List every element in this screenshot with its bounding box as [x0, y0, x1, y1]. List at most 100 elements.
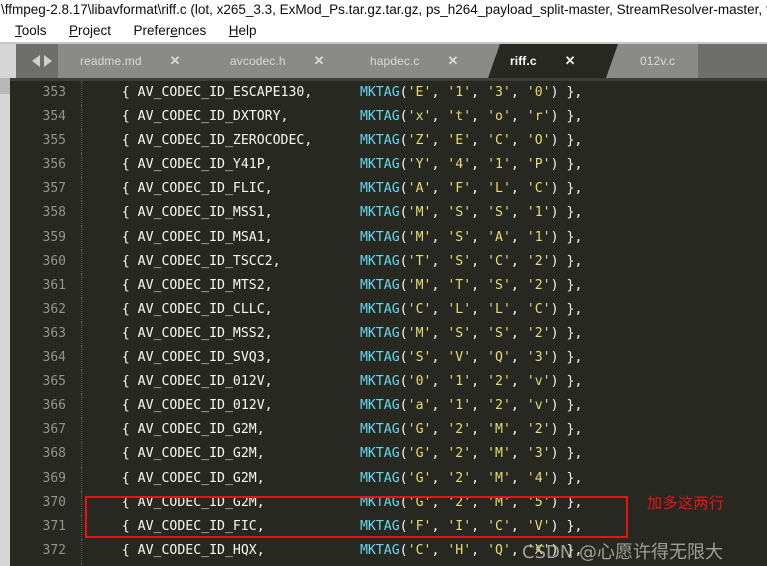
code-text: { AV_CODEC_ID_G2M, MKTAG('G', '2', 'M', … — [90, 446, 583, 462]
line-number: 356 — [42, 157, 66, 173]
close-icon[interactable]: ✕ — [565, 44, 576, 78]
line-number: 368 — [42, 446, 66, 462]
fold-rail — [81, 466, 83, 491]
menu-item-preferences[interactable]: Preferences — [124, 20, 215, 42]
tab-label: riff.c — [510, 54, 537, 68]
tab-hapdec-c[interactable]: hapdec.c ✕ — [348, 44, 488, 78]
watermark-text: CSDN @心愿许得无限大 — [522, 542, 724, 563]
fold-rail — [81, 201, 83, 226]
triangle-left-icon[interactable] — [32, 55, 40, 67]
code-text: { AV_CODEC_ID_G2M, MKTAG('G', '2', 'M', … — [90, 494, 583, 510]
line-number: 361 — [42, 277, 66, 293]
code-text: { AV_CODEC_ID_G2M, MKTAG('G', '2', 'M', … — [90, 422, 583, 438]
code-line[interactable]: 356 { AV_CODEC_ID_Y41P, MKTAG('Y', '4', … — [10, 153, 767, 178]
annotation-note: 加多这两行 — [647, 494, 725, 512]
fold-rail — [81, 370, 83, 395]
code-text: { AV_CODEC_ID_SVQ3, MKTAG('S', 'V', 'Q',… — [90, 350, 583, 366]
line-number: 372 — [42, 542, 66, 558]
code-text: { AV_CODEC_ID_CLLC, MKTAG('C', 'L', 'L',… — [90, 301, 583, 317]
code-text: { AV_CODEC_ID_Y41P, MKTAG('Y', '4', '1',… — [90, 157, 583, 173]
tab-label: 012v.c — [640, 54, 676, 68]
fold-rail — [81, 225, 83, 250]
window-title: \ffmpeg-2.8.17\libavformat\riff.c (lot, … — [0, 0, 767, 20]
code-editor: 353 { AV_CODEC_ID_ESCAPE130, MKTAG('E', … — [0, 78, 767, 566]
code-text: { AV_CODEC_ID_MTS2, MKTAG('M', 'T', 'S',… — [90, 277, 583, 293]
line-number: 363 — [42, 325, 66, 341]
fold-rail — [81, 105, 83, 130]
fold-rail — [81, 442, 83, 467]
scrollbar-thumb[interactable] — [0, 78, 10, 94]
fold-rail — [81, 418, 83, 443]
code-line[interactable]: 364 { AV_CODEC_ID_SVQ3, MKTAG('S', 'V', … — [10, 346, 767, 371]
code-line[interactable]: 358 { AV_CODEC_ID_MSS1, MKTAG('M', 'S', … — [10, 201, 767, 226]
fold-rail — [81, 129, 83, 154]
code-line[interactable]: 363 { AV_CODEC_ID_MSS2, MKTAG('M', 'S', … — [10, 321, 767, 347]
close-icon[interactable]: ✕ — [448, 44, 459, 78]
menu-item-tools[interactable]: Tools — [6, 20, 56, 42]
editor-vertical-scrollbar[interactable] — [0, 78, 10, 566]
tab-label: avcodec.h — [230, 54, 286, 68]
triangle-right-icon[interactable] — [44, 55, 52, 67]
fold-rail — [81, 81, 83, 106]
line-number: 353 — [42, 85, 66, 100]
tab-inner: readme.md ✕ — [58, 44, 208, 78]
code-line[interactable]: 366 { AV_CODEC_ID_012V, MKTAG('a', '1', … — [10, 394, 767, 419]
code-line[interactable]: 369 { AV_CODEC_ID_G2M, MKTAG('G', '2', '… — [10, 466, 767, 491]
tab-avcodec-h[interactable]: avcodec.h ✕ — [208, 44, 348, 78]
application-window: \ffmpeg-2.8.17\libavformat\riff.c (lot, … — [0, 0, 767, 566]
tab-label: hapdec.c — [370, 54, 420, 68]
menu-bar: Tools Project Preferences Help — [0, 20, 767, 42]
tab-bar-left-gutter — [0, 44, 16, 78]
fold-rail — [81, 538, 83, 563]
fold-rail — [81, 514, 83, 539]
tab-inner: avcodec.h ✕ — [208, 44, 348, 78]
tab-bar: readme.md ✕ avcodec.h ✕ hapdec.c ✕ riff.c ✕ 012v… — [0, 44, 767, 78]
line-number: 366 — [42, 398, 66, 414]
code-line[interactable]: 362 { AV_CODEC_ID_CLLC, MKTAG('C', 'L', … — [10, 297, 767, 322]
line-number: 357 — [42, 181, 66, 197]
line-number: 362 — [42, 301, 66, 317]
code-line[interactable]: 359 { AV_CODEC_ID_MSA1, MKTAG('M', 'S', … — [10, 225, 767, 250]
tab-readme-md[interactable]: readme.md ✕ — [58, 44, 208, 78]
code-text: { AV_CODEC_ID_FIC, MKTAG('F', 'I', 'C', … — [90, 518, 583, 534]
tab-inner: 012v.c — [618, 44, 698, 78]
menu-item-project[interactable]: Project — [60, 20, 120, 42]
code-line[interactable]: 367 { AV_CODEC_ID_G2M, MKTAG('G', '2', '… — [10, 418, 767, 443]
code-line[interactable]: 371 { AV_CODEC_ID_FIC, MKTAG('F', 'I', '… — [10, 514, 767, 539]
line-number: 358 — [42, 205, 66, 221]
code-text: { AV_CODEC_ID_ZEROCODEC, MKTAG('Z', 'E',… — [90, 133, 583, 149]
code-line[interactable]: 353 { AV_CODEC_ID_ESCAPE130, MKTAG('E', … — [10, 81, 767, 106]
line-number: 371 — [42, 518, 66, 534]
fold-rail — [81, 249, 83, 274]
line-number: 370 — [42, 494, 66, 510]
line-number: 355 — [42, 133, 66, 149]
tab-riff-c[interactable]: riff.c ✕ — [488, 44, 618, 78]
line-number: 369 — [42, 470, 66, 486]
fold-rail — [81, 346, 83, 371]
code-text: { AV_CODEC_ID_MSS2, MKTAG('M', 'S', 'S',… — [90, 325, 583, 341]
close-icon[interactable]: ✕ — [314, 44, 325, 78]
line-number: 365 — [42, 374, 66, 390]
menu-item-help[interactable]: Help — [220, 20, 266, 42]
tab-list: readme.md ✕ avcodec.h ✕ hapdec.c ✕ riff.c ✕ 012v… — [58, 44, 698, 78]
code-line[interactable]: 361 { AV_CODEC_ID_MTS2, MKTAG('M', 'T', … — [10, 273, 767, 298]
code-line[interactable]: 355 { AV_CODEC_ID_ZEROCODEC, MKTAG('Z', … — [10, 129, 767, 154]
line-number: 359 — [42, 229, 66, 245]
fold-rail — [81, 297, 83, 322]
close-icon[interactable]: ✕ — [170, 44, 181, 78]
fold-rail — [81, 394, 83, 419]
code-line[interactable]: 357 { AV_CODEC_ID_FLIC, MKTAG('A', 'F', … — [10, 177, 767, 202]
code-text: { AV_CODEC_ID_FLIC, MKTAG('A', 'F', 'L',… — [90, 181, 583, 197]
tab-012v-c[interactable]: 012v.c — [618, 44, 698, 78]
code-text: { AV_CODEC_ID_012V, MKTAG('a', '1', '2',… — [90, 398, 583, 414]
fold-rail — [81, 153, 83, 178]
fold-rail — [81, 490, 83, 515]
code-text: { AV_CODEC_ID_012V, MKTAG('0', '1', '2',… — [90, 374, 583, 390]
line-number: 354 — [42, 109, 66, 125]
code-text: { AV_CODEC_ID_DXTORY, MKTAG('x', 't', 'o… — [90, 109, 583, 125]
code-line[interactable]: 368 { AV_CODEC_ID_G2M, MKTAG('G', '2', '… — [10, 442, 767, 467]
code-line[interactable]: 365 { AV_CODEC_ID_012V, MKTAG('0', '1', … — [10, 370, 767, 395]
code-text: { AV_CODEC_ID_MSA1, MKTAG('M', 'S', 'A',… — [90, 229, 583, 245]
code-line[interactable]: 354 { AV_CODEC_ID_DXTORY, MKTAG('x', 't'… — [10, 105, 767, 130]
code-line[interactable]: 360 { AV_CODEC_ID_TSCC2, MKTAG('T', 'S',… — [10, 249, 767, 274]
